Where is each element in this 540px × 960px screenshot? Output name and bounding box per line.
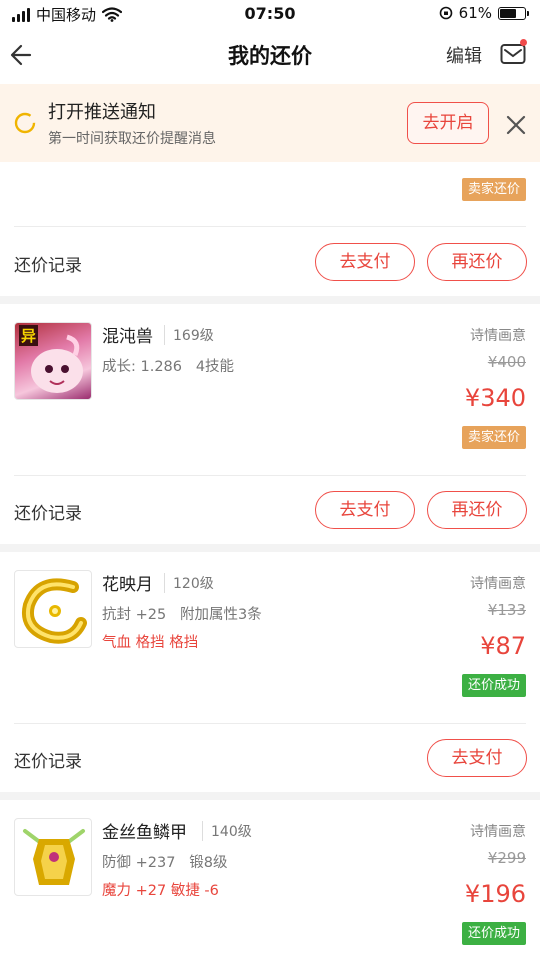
server-name: 诗情画意 (470, 576, 526, 592)
server-name: 诗情画意 (470, 824, 526, 840)
pay-button[interactable]: 去支付 (315, 243, 415, 281)
item-name: 金丝鱼鳞甲 (102, 823, 187, 843)
offer-card-partial: 卖家还价 还价记录 去支付 再还价 (0, 162, 540, 296)
edit-button[interactable]: 编辑 (446, 42, 482, 68)
offer-price: ¥196 (464, 880, 526, 908)
divider (14, 226, 526, 227)
offer-record-link[interactable]: 还价记录 (14, 499, 82, 524)
orientation-lock-icon (439, 6, 452, 20)
item-level: 169级 (164, 325, 214, 345)
original-price: ¥133 (487, 601, 526, 619)
notification-ring-icon (14, 112, 36, 134)
item-attributes: 防御 +237 锻8级 (102, 855, 228, 871)
divider (14, 475, 526, 476)
original-price: ¥400 (487, 353, 526, 371)
armor-image-icon (23, 829, 85, 885)
enable-push-button[interactable]: 去开启 (407, 102, 489, 144)
banner-title: 打开推送通知 (48, 102, 156, 123)
item-thumbnail: 异 (14, 322, 92, 400)
pay-button[interactable]: 去支付 (315, 491, 415, 529)
close-icon[interactable] (505, 114, 527, 136)
offer-card[interactable]: 花映月 120级 抗封 +25 附加属性3条 气血 格挡 格挡 诗情画意 ¥13… (0, 552, 540, 792)
pay-button[interactable]: 去支付 (427, 739, 527, 777)
mail-unread-dot (520, 39, 527, 46)
item-special-attributes: 魔力 +27 敏捷 -6 (102, 883, 219, 899)
item-level: 120级 (164, 573, 214, 593)
status-badge: 还价成功 (461, 922, 526, 945)
offer-card[interactable]: 异 混沌兽 169级 成长: 1.286 4技能 诗情画意 ¥400 ¥340 … (0, 304, 540, 544)
status-bar: 中国移动 07:50 61% (0, 0, 540, 28)
offer-record-link[interactable]: 还价记录 (14, 251, 82, 276)
battery-icon (498, 6, 529, 20)
counter-offer-button[interactable]: 再还价 (427, 243, 527, 281)
original-price: ¥299 (487, 849, 526, 867)
status-right: 61% (439, 4, 529, 22)
item-name: 花映月 (102, 575, 153, 595)
offer-record-link[interactable]: 还价记录 (14, 747, 82, 772)
server-name: 诗情画意 (470, 328, 526, 344)
offer-price: ¥340 (464, 384, 526, 412)
item-name: 混沌兽 (102, 327, 153, 347)
item-thumbnail (14, 570, 92, 648)
offer-card[interactable]: 金丝鱼鳞甲 140级 防御 +237 锻8级 魔力 +27 敏捷 -6 诗情画意… (0, 800, 540, 960)
rare-mark: 异 (19, 325, 39, 346)
item-attributes: 成长: 1.286 4技能 (102, 359, 235, 375)
counter-offer-button[interactable]: 再还价 (427, 491, 527, 529)
item-level: 140级 (202, 821, 252, 841)
offer-price: ¥87 (480, 632, 526, 660)
banner-subtitle: 第一时间获取还价提醒消息 (48, 131, 216, 147)
status-badge: 卖家还价 (461, 178, 526, 201)
nav-bar: 我的还价 编辑 (0, 28, 540, 84)
item-thumbnail (14, 818, 92, 896)
divider (14, 723, 526, 724)
item-special-attributes: 气血 格挡 格挡 (102, 635, 199, 651)
bracelet-image-icon (22, 578, 87, 644)
battery-percent: 61% (458, 4, 492, 22)
status-badge: 卖家还价 (461, 426, 526, 449)
status-badge: 还价成功 (461, 674, 526, 697)
item-attributes: 抗封 +25 附加属性3条 (102, 607, 262, 623)
